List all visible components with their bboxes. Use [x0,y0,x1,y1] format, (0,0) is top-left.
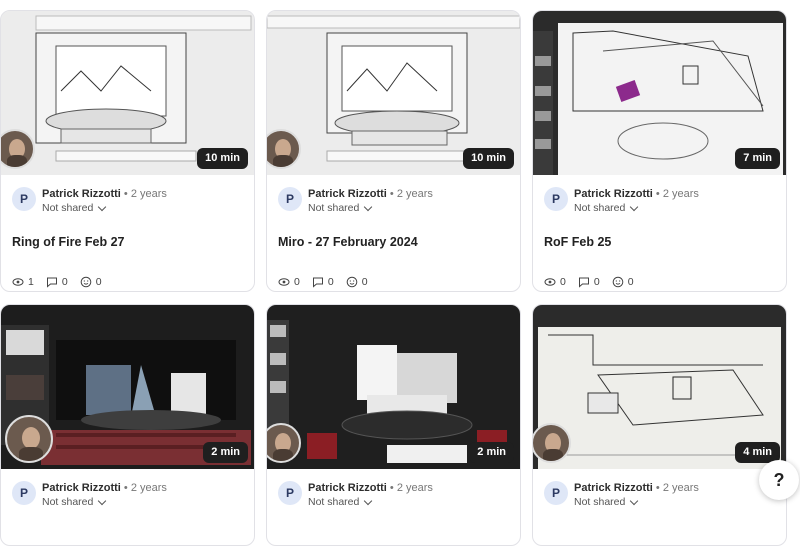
video-thumbnail[interactable]: 10 min [267,11,520,175]
sharing-dropdown[interactable]: Not shared [574,496,639,508]
separator-dot: • [123,188,128,200]
separator-dot: • [123,482,128,494]
views-stat: 0 [544,276,566,288]
comments-stat: 0 [46,276,68,288]
duration-badge: 2 min [203,442,248,463]
help-button[interactable]: ? [759,460,799,500]
video-title[interactable]: Ring of Fire Feb 27 [12,235,125,249]
author-avatar: P [544,481,568,505]
author-name[interactable]: Patrick Rizzotti [574,482,653,494]
age-label: 2 years [396,482,433,494]
reactions-stat: 0 [612,276,634,288]
comments-stat: 0 [312,276,334,288]
presenter-camera-bubble [5,415,53,463]
separator-dot: • [389,482,394,494]
duration-badge: 2 min [469,442,514,463]
duration-badge: 10 min [463,148,514,169]
reactions-stat: 0 [80,276,102,288]
author-line: Patrick Rizzotti • 2 years [574,482,699,494]
age-label: 2 years [396,188,433,200]
age-label: 2 years [662,188,699,200]
sharing-label: Not shared [574,496,626,508]
duration-badge: 7 min [735,148,780,169]
video-card[interactable]: 10 min P Patrick Rizzotti • 2 years Not … [0,10,255,292]
eye-icon [278,278,290,286]
smiley-icon [80,276,91,288]
author-name[interactable]: Patrick Rizzotti [42,482,121,494]
eye-icon [544,278,556,286]
sharing-label: Not shared [308,202,360,214]
comment-icon [312,277,323,288]
age-label: 2 years [130,482,167,494]
chevron-down-icon [364,496,373,505]
video-card[interactable]: 7 min P Patrick Rizzotti • 2 years Not s… [532,10,787,292]
reactions-stat: 0 [346,276,368,288]
sharing-dropdown[interactable]: Not shared [42,496,107,508]
sharing-dropdown[interactable]: Not shared [42,202,107,214]
separator-dot: • [389,188,394,200]
reactions-count: 0 [627,276,634,288]
author-line: Patrick Rizzotti • 2 years [308,188,433,200]
author-line: Patrick Rizzotti • 2 years [574,188,699,200]
views-stat: 0 [278,276,300,288]
chevron-down-icon [630,202,639,211]
age-label: 2 years [662,482,699,494]
author-name[interactable]: Patrick Rizzotti [42,188,121,200]
comments-count: 0 [61,276,68,288]
author-line: Patrick Rizzotti • 2 years [42,188,167,200]
author-avatar: P [278,187,302,211]
reactions-count: 0 [95,276,102,288]
video-thumbnail[interactable]: 10 min [1,11,254,175]
comments-count: 0 [593,276,600,288]
sharing-dropdown[interactable]: Not shared [308,202,373,214]
video-card[interactable]: 2 min P Patrick Rizzotti • 2 years Not s… [266,304,521,546]
author-avatar: P [12,187,36,211]
views-stat: 1 [12,276,34,288]
separator-dot: • [655,188,660,200]
sharing-dropdown[interactable]: Not shared [574,202,639,214]
author-avatar: P [278,481,302,505]
author-line: Patrick Rizzotti • 2 years [42,482,167,494]
chevron-down-icon [364,202,373,211]
views-count: 1 [28,276,34,288]
duration-badge: 10 min [197,148,248,169]
comment-icon [578,277,589,288]
sharing-label: Not shared [42,496,94,508]
comments-stat: 0 [578,276,600,288]
video-thumbnail[interactable]: 7 min [533,11,786,175]
video-thumbnail[interactable]: 2 min [267,305,520,469]
separator-dot: • [655,482,660,494]
comment-icon [46,277,57,288]
author-avatar: P [544,187,568,211]
chevron-down-icon [98,496,107,505]
video-card[interactable]: 2 min P Patrick Rizzotti • 2 years Not s… [0,304,255,546]
video-title[interactable]: RoF Feb 25 [544,235,611,249]
sharing-dropdown[interactable]: Not shared [308,496,373,508]
comments-count: 0 [327,276,334,288]
views-count: 0 [294,276,300,288]
video-thumbnail[interactable]: 4 min [533,305,786,469]
video-thumbnail[interactable]: 2 min [1,305,254,469]
author-avatar: P [12,481,36,505]
video-card[interactable]: 10 min P Patrick Rizzotti • 2 years Not … [266,10,521,292]
sharing-label: Not shared [42,202,94,214]
age-label: 2 years [130,188,167,200]
smiley-icon [612,276,623,288]
reactions-count: 0 [361,276,368,288]
sharing-label: Not shared [574,202,626,214]
author-name[interactable]: Patrick Rizzotti [308,482,387,494]
author-line: Patrick Rizzotti • 2 years [308,482,433,494]
chevron-down-icon [630,496,639,505]
video-title[interactable]: Miro - 27 February 2024 [278,235,418,249]
eye-icon [12,278,24,286]
sharing-label: Not shared [308,496,360,508]
chevron-down-icon [98,202,107,211]
author-name[interactable]: Patrick Rizzotti [308,188,387,200]
author-name[interactable]: Patrick Rizzotti [574,188,653,200]
video-card[interactable]: 4 min P Patrick Rizzotti • 2 years Not s… [532,304,787,546]
smiley-icon [346,276,357,288]
views-count: 0 [560,276,566,288]
